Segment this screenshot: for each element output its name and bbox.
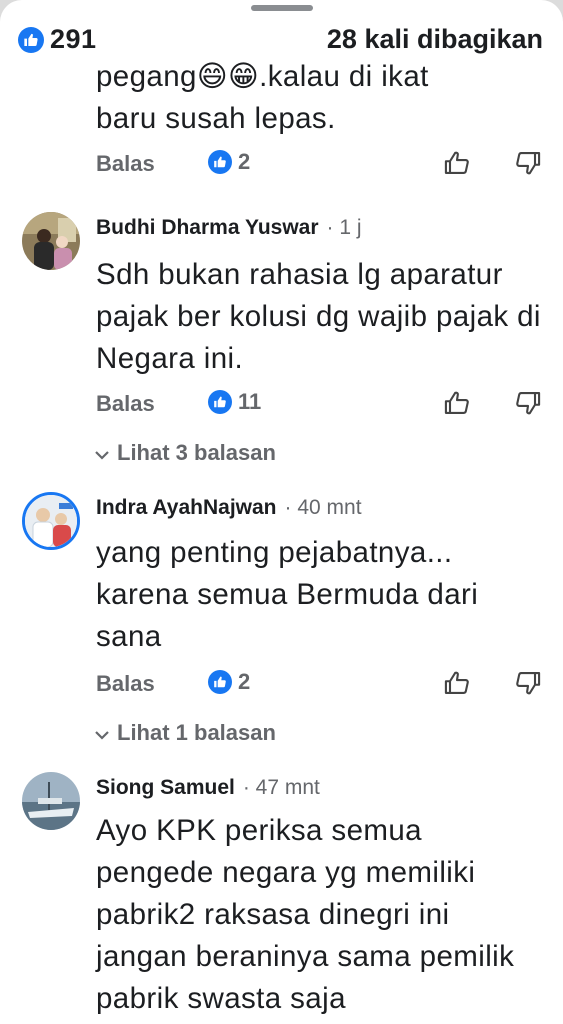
thumbs-down-outline-icon[interactable]	[514, 669, 542, 702]
reply-button[interactable]: Balas	[96, 391, 155, 417]
thumbs-up-outline-icon[interactable]	[443, 389, 471, 422]
comment-actions: Balas 2	[0, 147, 563, 183]
thumbs-up-badge-icon	[18, 26, 44, 53]
comment-time: · 1 j	[326, 216, 362, 239]
view-replies-label: Lihat 3 balasan	[117, 440, 276, 465]
like-summary[interactable]: 291	[18, 24, 97, 55]
post-stats-bar: 291 28 kali dibagikan	[0, 24, 563, 58]
comment-line: baru susah lepas.	[96, 102, 336, 135]
comment-time: · 40 mnt	[284, 496, 362, 519]
comment-actions: Balas 2	[0, 667, 563, 703]
thumbs-up-badge-icon	[208, 670, 232, 694]
comment-header: Indra AyahNajwan · 40 mnt	[96, 496, 362, 520]
thumbs-down-outline-icon[interactable]	[514, 149, 542, 182]
thumbs-up-outline-icon[interactable]	[443, 149, 471, 182]
view-replies-link[interactable]: Lihat 3 balasan	[95, 440, 276, 466]
avatar[interactable]	[22, 492, 80, 550]
comment-header: Budhi Dharma Yuswar · 1 j	[96, 216, 362, 240]
reaction-count: 2	[238, 149, 251, 174]
share-count[interactable]: 28 kali dibagikan	[327, 24, 543, 55]
comment-actions: Balas 11	[0, 387, 563, 423]
thumbs-up-badge-icon	[208, 150, 232, 174]
comment-header: Siong Samuel · 47 mnt	[96, 776, 320, 800]
comment-text: yang penting pejabatnya... karena semua …	[96, 536, 479, 653]
reaction-summary[interactable]: 2	[208, 149, 250, 175]
like-count: 291	[50, 24, 97, 54]
comment-line: pegang😄😁.kalau di ikat	[96, 60, 429, 93]
avatar[interactable]	[22, 772, 80, 830]
reaction-count: 2	[238, 669, 251, 694]
thumbs-down-outline-icon[interactable]	[514, 389, 542, 422]
reaction-count: 11	[238, 389, 262, 414]
thumbs-up-outline-icon[interactable]	[443, 669, 471, 702]
author-name[interactable]: Budhi Dharma Yuswar	[96, 216, 319, 240]
author-name[interactable]: Indra AyahNajwan	[96, 496, 277, 520]
view-replies-label: Lihat 1 balasan	[117, 720, 276, 745]
chevron-down-icon	[95, 720, 109, 746]
comment-text: pegang😄😁.kalau di ikat baru susah lepas.	[96, 56, 546, 140]
comment-time: · 47 mnt	[242, 776, 320, 799]
reaction-summary[interactable]: 11	[208, 389, 261, 415]
reply-button[interactable]: Balas	[96, 151, 155, 177]
chevron-down-icon	[95, 440, 109, 466]
comment-text: Sdh bukan rahasia lg aparatur pajak ber …	[96, 258, 541, 375]
comments-sheet: 291 28 kali dibagikan pegang😄😁.kalau di …	[0, 0, 563, 1024]
avatar[interactable]	[22, 212, 80, 270]
reaction-summary[interactable]: 2	[208, 669, 250, 695]
view-replies-link[interactable]: Lihat 1 balasan	[95, 720, 276, 746]
reply-button[interactable]: Balas	[96, 671, 155, 697]
comment-text: Ayo KPK periksa semua pengede negara yg …	[96, 814, 515, 1015]
author-name[interactable]: Siong Samuel	[96, 776, 235, 800]
thumbs-up-badge-icon	[208, 390, 232, 414]
sheet-drag-handle[interactable]	[251, 5, 313, 11]
